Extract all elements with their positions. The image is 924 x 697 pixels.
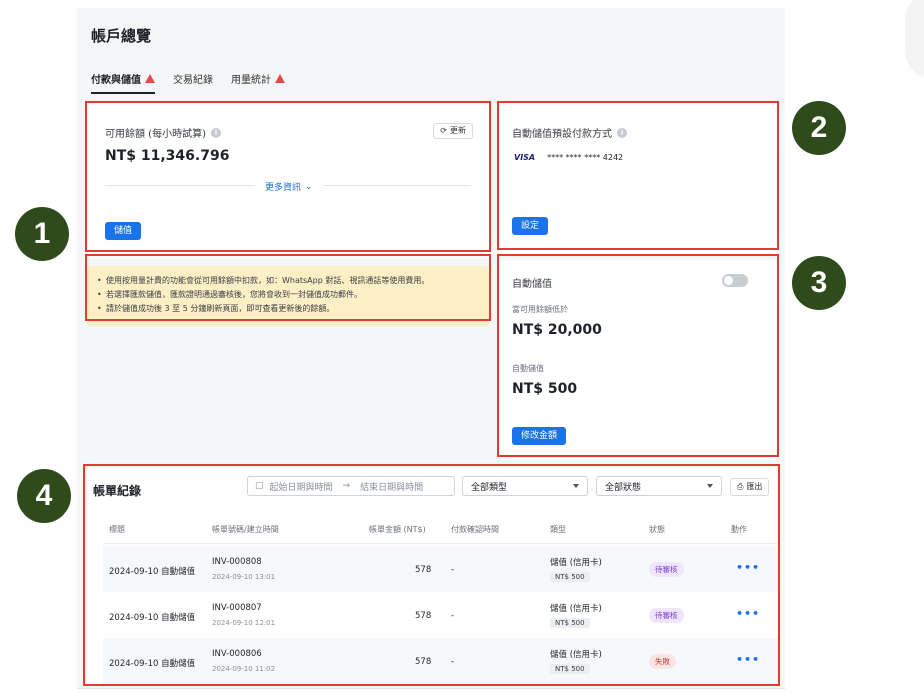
tab-label: 付款與儲值 — [91, 75, 141, 86]
highlight-box-notice — [85, 254, 491, 321]
warning-icon — [145, 74, 155, 83]
marker-3-badge: 3 — [792, 256, 846, 310]
bottom-divider — [77, 688, 785, 689]
tab-bar: 付款與儲值 交易紀錄 用量統計 — [91, 71, 285, 94]
tab-label: 用量統計 — [231, 75, 271, 86]
highlight-box-auto-topup — [497, 254, 779, 457]
marker-1-badge: 1 — [15, 207, 69, 261]
tab-label: 交易紀錄 — [173, 75, 213, 86]
tab-usage[interactable]: 用量統計 — [231, 71, 285, 94]
warning-icon — [275, 74, 285, 83]
highlight-box-balance — [85, 101, 491, 252]
page-title: 帳戶總覽 — [91, 27, 152, 45]
tab-transactions[interactable]: 交易紀錄 — [173, 71, 213, 94]
marker-2-badge: 2 — [792, 101, 846, 155]
marker-4-badge: 4 — [17, 469, 71, 523]
highlight-box-bills — [83, 464, 780, 686]
tab-payments[interactable]: 付款與儲值 — [91, 71, 155, 94]
highlight-box-payment-method — [497, 101, 779, 250]
